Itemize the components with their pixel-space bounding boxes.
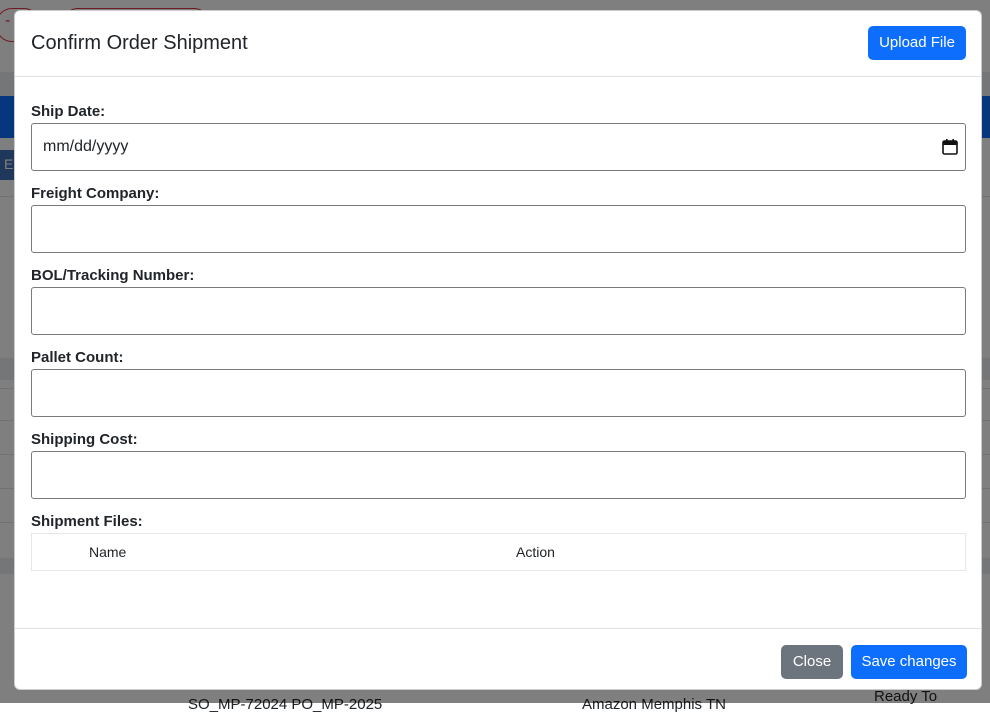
- tracking-number-label: BOL/Tracking Number:: [31, 267, 195, 284]
- shipping-cost-label: Shipping Cost:: [31, 431, 138, 448]
- shipping-cost-input[interactable]: [31, 451, 966, 499]
- confirm-shipment-modal: Confirm Order Shipment Upload File Ship …: [14, 10, 982, 690]
- ship-date-placeholder: mm/dd/yyyy: [43, 138, 129, 155]
- freight-company-label: Freight Company:: [31, 185, 160, 202]
- modal-header: Confirm Order Shipment Upload File: [15, 11, 981, 77]
- save-changes-button[interactable]: Save changes: [851, 645, 967, 679]
- shipment-files-table: Name Action: [31, 533, 966, 571]
- ship-date-label: Ship Date:: [31, 103, 106, 120]
- modal-footer: Close Save changes: [15, 628, 981, 690]
- close-button[interactable]: Close: [781, 645, 843, 679]
- upload-file-button[interactable]: Upload File: [868, 26, 966, 60]
- column-header-name: Name: [89, 544, 127, 560]
- pallet-count-input[interactable]: [31, 369, 966, 417]
- freight-company-input[interactable]: [31, 205, 966, 253]
- modal-title: Confirm Order Shipment: [31, 32, 248, 54]
- column-header-action: Action: [516, 544, 555, 560]
- ship-date-input[interactable]: mm/dd/yyyy: [31, 123, 966, 171]
- calendar-icon[interactable]: [941, 138, 959, 156]
- shipment-files-label: Shipment Files:: [31, 513, 143, 530]
- tracking-number-input[interactable]: [31, 287, 966, 335]
- pallet-count-label: Pallet Count:: [31, 349, 124, 366]
